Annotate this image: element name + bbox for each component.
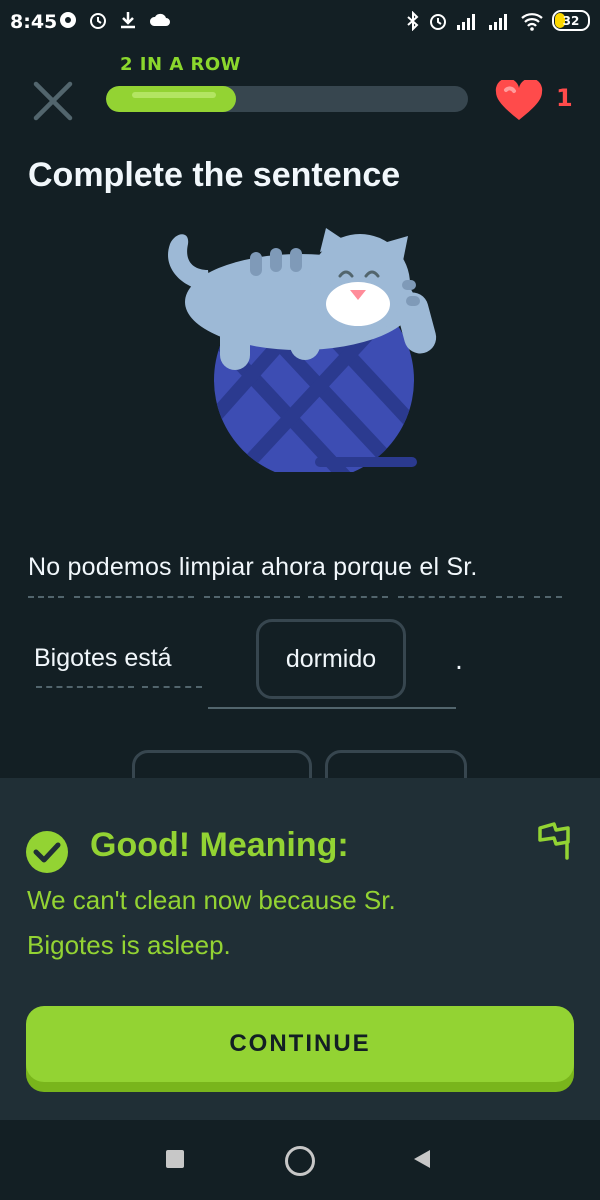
sentence-line-1: No podemos limpiar ahora porque el Sr.: [28, 553, 478, 581]
alarm-icon: [90, 13, 106, 29]
word-underline: [36, 686, 134, 688]
back-icon[interactable]: [412, 1148, 432, 1170]
word-underline: [308, 596, 388, 598]
cloud-icon: [149, 13, 170, 26]
check-circle-icon: [26, 831, 68, 873]
word-underline: [204, 596, 300, 598]
battery-level: 32: [562, 13, 580, 28]
answer-text: dormido: [285, 644, 377, 673]
word-underline: [142, 686, 202, 688]
continue-button[interactable]: CONTINUE: [26, 1006, 574, 1082]
word-underline: [496, 596, 524, 598]
cat-on-yarn-illustration: [168, 228, 437, 472]
word-underline: [398, 596, 486, 598]
word-underline: [534, 596, 562, 598]
battery-icon: 32: [552, 10, 590, 31]
heart-icon[interactable]: [494, 80, 544, 122]
page-title: Complete the sentence: [28, 156, 401, 194]
feedback-title: Good! Meaning:: [90, 826, 349, 864]
bluetooth-icon: [407, 10, 419, 31]
close-icon[interactable]: [30, 78, 76, 124]
notification-icon: [60, 12, 76, 28]
progress-bar: [106, 86, 468, 112]
signal-icon: [489, 13, 507, 30]
wifi-icon: [521, 12, 543, 31]
streak-label: 2 IN A ROW: [120, 54, 242, 75]
meaning-line-2: Bigotes is asleep.: [27, 930, 231, 960]
download-icon: [121, 12, 135, 29]
answer-chip[interactable]: dormido: [256, 619, 406, 699]
alarm-icon: [430, 13, 446, 30]
meaning-line-1: We can't clean now because Sr.: [27, 885, 396, 915]
word-underline: [28, 596, 64, 598]
continue-label: CONTINUE: [229, 1030, 371, 1057]
status-time: 8:45: [10, 11, 58, 33]
answer-blank-line: [208, 707, 456, 709]
signal-icon: [457, 13, 475, 30]
sentence-line-2: Bigotes está: [34, 644, 172, 672]
progress-fill: [106, 86, 237, 112]
flag-icon[interactable]: [536, 820, 572, 860]
hearts-count: 1: [556, 84, 573, 112]
recents-icon[interactable]: [166, 1150, 184, 1168]
status-bar: 8:45 32: [0, 0, 600, 44]
progress-shine: [132, 92, 216, 98]
sentence-period: .: [455, 646, 463, 675]
word-underline: [74, 596, 194, 598]
home-icon[interactable]: [285, 1146, 315, 1176]
